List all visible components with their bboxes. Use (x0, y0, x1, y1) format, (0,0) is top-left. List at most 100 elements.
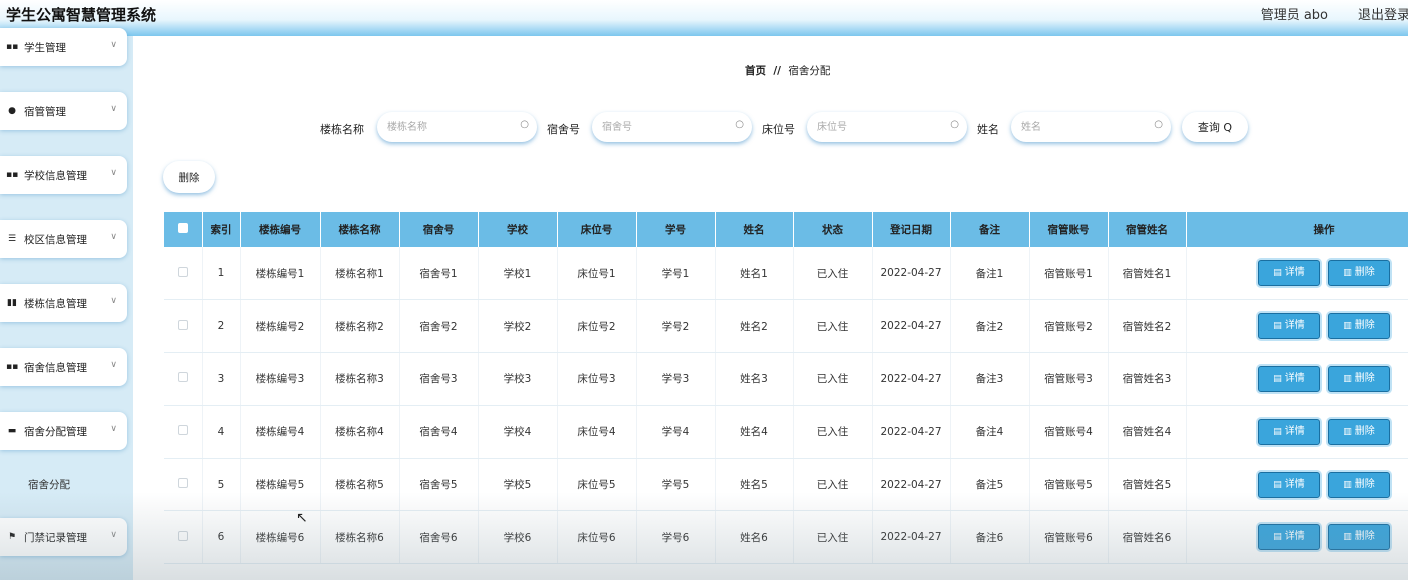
delete-label: 删除 (1354, 478, 1375, 490)
table-cell: 床位号1 (557, 247, 637, 301)
sidebar-item-student[interactable]: ▪▪ 学生管理 ∨ (0, 28, 127, 66)
table-cell: 已入住 (793, 352, 873, 406)
detail-button[interactable]: ▤ 详情 (1258, 418, 1320, 445)
building-name-label: 楼栋名称 (320, 123, 364, 136)
table-cell: 床位号6 (557, 510, 637, 565)
row-checkbox[interactable] (177, 266, 188, 277)
table-cell: 宿管姓名4 (1108, 405, 1187, 459)
row-checkbox[interactable] (177, 425, 188, 436)
sidebar-item-campus[interactable]: ☰ 校区信息管理 ∨ (0, 220, 127, 258)
table-cell: 宿舍号3 (399, 352, 479, 406)
table-cell: 2022-04-27 (872, 299, 951, 354)
detail-button[interactable]: ▤ 详情 (1258, 313, 1320, 340)
select-all-checkbox[interactable] (177, 223, 188, 233)
delete-button[interactable]: ▥ 删除 (1328, 471, 1390, 498)
sidebar-item-dorm-manager[interactable]: ● 宿管管理 ∨ (0, 92, 127, 130)
detail-label: 详情 (1284, 425, 1305, 437)
table-row[interactable]: 5 楼栋编号5 楼栋名称5 宿舍号5 学校5 床位号5 学号5 姓名5 已入住 2022-04-2… (164, 458, 1408, 512)
table-cell: 宿舍号2 (399, 299, 479, 354)
table-cell: 2022-04-27 (872, 510, 951, 565)
sidebar-item-building[interactable]: ▮▮ 楼栋信息管理 ∨ (0, 284, 127, 322)
column-header: 学号 (636, 212, 716, 247)
sidebar-item-school[interactable]: ▪▪ 学校信息管理 ∨ (0, 156, 127, 194)
name-input[interactable] (1021, 119, 1141, 135)
detail-button[interactable]: ▤ 详情 (1258, 524, 1320, 551)
table-cell: 床位号4 (557, 405, 637, 459)
table-cell: 姓名1 (715, 247, 794, 301)
sidebar-item-label: 门禁记录管理 (24, 531, 87, 544)
bed-number-search: ○ (807, 112, 967, 142)
table-cell: 宿管账号4 (1029, 405, 1109, 459)
dorm-number-label: 宿舍号 (547, 123, 580, 136)
delete-button[interactable]: ▥ 删除 (1328, 418, 1390, 445)
delete-button[interactable]: ▥ 删除 (1328, 524, 1390, 551)
table-row[interactable]: 3 楼栋编号3 楼栋名称3 宿舍号3 学校3 床位号3 学号3 姓名3 已入住 2022-04-2… (164, 352, 1408, 406)
table-cell: 2022-04-27 (872, 405, 951, 459)
table-header-row: 索引 楼栋编号 楼栋名称 宿舍号 学校 床位号 学号 姓名 状态 登记日期 备注… (164, 212, 1408, 247)
search-icon: ○ (735, 119, 744, 130)
bed-number-input[interactable] (817, 119, 937, 135)
table-row[interactable]: 4 楼栋编号4 楼栋名称4 宿舍号4 学校4 床位号4 学号4 姓名4 已入住 2022-04-2… (164, 405, 1408, 459)
table-cell: 2022-04-27 (872, 352, 951, 406)
detail-button[interactable]: ▤ 详情 (1258, 260, 1320, 287)
logout-link[interactable]: 退出登录 (1358, 4, 1408, 23)
table-cell: 学校2 (478, 299, 558, 354)
row-checkbox[interactable] (177, 319, 188, 330)
delete-button[interactable]: ▥ 删除 (1328, 260, 1390, 287)
top-bar: 学生公寓智慧管理系统 管理员 abo 退出登录 (0, 0, 1408, 36)
delete-button[interactable]: ▥ 删除 (1328, 365, 1390, 392)
table-row[interactable]: 2 楼栋编号2 楼栋名称2 宿舍号2 学校2 床位号2 学号2 姓名2 已入住 2022-04-2… (164, 299, 1408, 354)
row-checkbox[interactable] (177, 372, 188, 383)
table-cell: 宿管账号1 (1029, 247, 1109, 301)
table-row[interactable]: 1 楼栋编号1 楼栋名称1 宿舍号1 学校1 床位号1 学号1 姓名1 已入住 2022-04-2… (164, 247, 1408, 301)
document-icon: ▤ (1273, 321, 1282, 332)
row-actions: ▤ 详情 ▥ 删除 (1186, 510, 1408, 565)
sidebar-item-access-records[interactable]: ⚑ 门禁记录管理 ∨ (0, 518, 127, 556)
sidebar-subitem-dorm-allocation[interactable]: 宿舍分配 (28, 477, 70, 492)
column-header: 床位号 (557, 212, 637, 247)
sidebar-item-label: 宿舍分配管理 (24, 425, 87, 438)
dorm-number-input[interactable] (602, 119, 722, 135)
detail-button[interactable]: ▤ 详情 (1258, 365, 1320, 392)
sidebar-item-dorm-allocation[interactable]: ▬ 宿舍分配管理 ∨ (0, 412, 127, 450)
table-cell: 备注1 (950, 247, 1030, 301)
delete-button[interactable]: ▥ 删除 (1328, 313, 1390, 340)
chevron-down-icon: ∨ (110, 360, 117, 370)
delete-label: 删除 (1354, 372, 1375, 384)
bulk-delete-button[interactable]: 删除 (163, 161, 215, 193)
table-cell: 5 (202, 458, 241, 512)
building-name-input[interactable] (387, 119, 507, 135)
sidebar-item-dorm[interactable]: ▪▪ 宿舍信息管理 ∨ (0, 348, 127, 386)
current-user: 管理员 abo (1260, 8, 1328, 23)
main-content: 首页 // 宿舍分配 楼栋名称 ○ 宿舍号 ○ 床位号 ○ 姓名 ○ 查询 Q … (133, 36, 1408, 580)
table-cell: 6 (202, 510, 241, 565)
table-cell: 楼栋编号6 (240, 510, 321, 565)
table-cell: 备注3 (950, 352, 1030, 406)
table-cell: 楼栋编号5 (240, 458, 321, 512)
table-cell: 楼栋名称5 (320, 458, 400, 512)
table-cell: 学号4 (636, 405, 716, 459)
table-cell: 2022-04-27 (872, 247, 951, 301)
table-cell: 楼栋编号4 (240, 405, 321, 459)
table-cell: 宿管姓名5 (1108, 458, 1187, 512)
row-checkbox[interactable] (177, 530, 188, 541)
detail-button[interactable]: ▤ 详情 (1258, 471, 1320, 498)
chevron-down-icon: ∨ (110, 104, 117, 114)
chevron-down-icon: ∨ (110, 168, 117, 178)
column-header: 学校 (478, 212, 558, 247)
sidebar-item-label: 学校信息管理 (24, 169, 87, 182)
search-icon: ○ (520, 119, 529, 130)
sidebar-item-label: 学生管理 (24, 41, 66, 54)
breadcrumb-home[interactable]: 首页 (745, 65, 766, 77)
query-button[interactable]: 查询 Q (1182, 112, 1248, 142)
column-header: 状态 (793, 212, 873, 247)
grid-icon: ▪▪ (6, 362, 19, 372)
breadcrumb: 首页 // 宿舍分配 (745, 63, 830, 78)
dorm-number-search: ○ (592, 112, 752, 142)
chevron-down-icon: ∨ (110, 296, 117, 306)
table-cell: 姓名5 (715, 458, 794, 512)
table-cell: 楼栋编号3 (240, 352, 321, 406)
column-header: 楼栋名称 (320, 212, 400, 247)
table-row[interactable]: 6 楼栋编号6 楼栋名称6 宿舍号6 学校6 床位号6 学号6 姓名6 已入住 2022-04-2… (164, 510, 1408, 565)
row-checkbox[interactable] (177, 478, 188, 489)
